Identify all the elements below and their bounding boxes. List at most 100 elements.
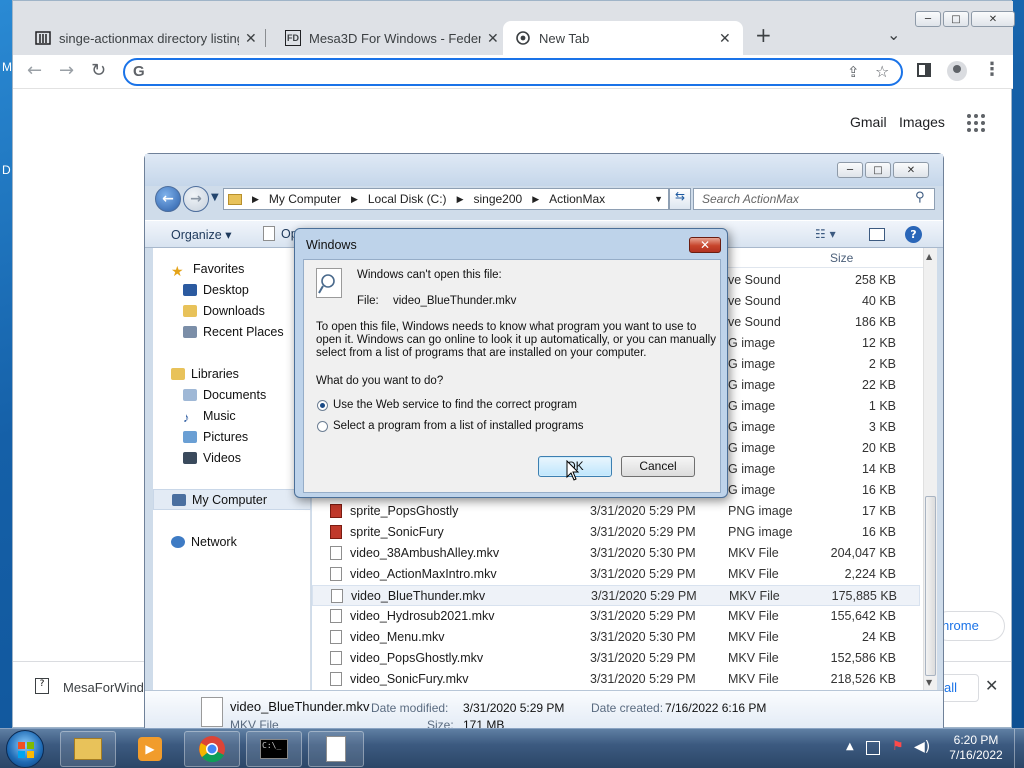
preview-pane-icon[interactable] bbox=[869, 228, 885, 241]
nav-libraries[interactable]: Libraries bbox=[171, 363, 239, 384]
maximize-button[interactable]: □ bbox=[943, 11, 969, 27]
help-icon[interactable]: ? bbox=[905, 226, 922, 243]
column-size[interactable]: Size bbox=[830, 251, 853, 265]
close-icon[interactable]: ✕ bbox=[719, 30, 731, 47]
dialog-file-label: File: bbox=[357, 295, 379, 307]
table-row[interactable]: video_38AmbushAlley.mkv 3/31/2020 5:30 PM… bbox=[312, 543, 920, 564]
radio-select-program[interactable] bbox=[317, 421, 328, 432]
nav-favorites[interactable]: ★ Favorites bbox=[171, 258, 244, 279]
breadcrumb-singe200[interactable]: singe200 bbox=[473, 192, 522, 206]
table-row[interactable]: video_Hydrosub2021.mkv 3/31/2020 5:29 PM M… bbox=[312, 606, 920, 627]
cancel-button[interactable]: Cancel bbox=[621, 456, 695, 477]
nav-videos[interactable]: Videos bbox=[183, 447, 241, 468]
taskbar-file[interactable] bbox=[308, 731, 364, 767]
images-link[interactable]: Images bbox=[899, 114, 945, 130]
file-date: 3/31/2020 5:29 PM bbox=[590, 609, 696, 623]
gmail-link[interactable]: Gmail bbox=[850, 114, 887, 130]
apps-grid-icon[interactable] bbox=[967, 114, 985, 132]
file-type: G image bbox=[728, 336, 776, 350]
option-select-program-label[interactable]: Select a program from a list of installe… bbox=[333, 420, 584, 432]
maximize-button[interactable]: □ bbox=[865, 162, 891, 178]
organize-button[interactable]: Organize ▾ bbox=[171, 227, 231, 242]
close-button[interactable]: ✕ bbox=[893, 162, 929, 178]
file-name: video_38AmbushAlley.mkv bbox=[350, 546, 500, 560]
share-icon[interactable]: ⇪ bbox=[847, 63, 860, 81]
menu-kebab-icon[interactable]: ⋮ bbox=[983, 59, 1001, 80]
nav-downloads[interactable]: Downloads bbox=[183, 300, 265, 321]
start-button[interactable] bbox=[6, 730, 44, 768]
recent-pages-dropdown[interactable]: ▼ bbox=[211, 192, 219, 203]
back-button[interactable]: ← bbox=[155, 186, 181, 212]
breadcrumb-local-disk[interactable]: Local Disk (C:) bbox=[368, 192, 447, 206]
breadcrumb-actionmax[interactable]: ActionMax bbox=[549, 192, 605, 206]
tab-singe-actionmax[interactable]: singe-actionmax directory listing ✕ bbox=[13, 21, 265, 55]
close-icon[interactable]: ✕ bbox=[487, 30, 499, 47]
system-clock[interactable]: 6:20 PM 7/16/2022 bbox=[944, 733, 1008, 763]
taskbar-media-player[interactable]: ▶ bbox=[122, 731, 178, 767]
file-size: 16 KB bbox=[861, 525, 896, 539]
close-icon[interactable]: ✕ bbox=[245, 30, 257, 47]
table-row[interactable]: sprite_SonicFury 3/31/2020 5:29 PM PNG ima… bbox=[312, 522, 920, 543]
profile-avatar-icon[interactable] bbox=[947, 61, 967, 81]
taskbar: ▶ C:\_ ▲ ⚑ ◀) 6:20 PM 7/16/2022 bbox=[0, 728, 1024, 768]
details-created: 7/16/2022 6:16 PM bbox=[665, 701, 767, 715]
tab-title: singe-actionmax directory listing bbox=[59, 30, 239, 46]
side-panel-icon[interactable] bbox=[917, 63, 931, 77]
nav-my-computer[interactable]: My Computer bbox=[153, 489, 311, 510]
omnibox[interactable]: G ⇪ ☆ bbox=[123, 58, 903, 86]
vertical-scrollbar[interactable]: ▲ ▼ bbox=[923, 248, 937, 690]
table-row[interactable]: video_PopsGhostly.mkv 3/31/2020 5:29 PM MK… bbox=[312, 648, 920, 669]
tab-search-button[interactable]: ⌄ bbox=[887, 25, 900, 44]
taskbar-explorer[interactable] bbox=[60, 731, 116, 767]
view-options-icon[interactable]: ☷ ▾ bbox=[815, 227, 836, 241]
taskbar-cmd[interactable]: C:\_ bbox=[246, 731, 302, 767]
file-size: 20 KB bbox=[861, 441, 896, 455]
nav-network[interactable]: Network bbox=[171, 531, 237, 552]
download-filename[interactable]: MesaForWinde bbox=[63, 680, 151, 695]
option-web-service-label[interactable]: Use the Web service to find the correct … bbox=[333, 399, 577, 411]
search-icon[interactable]: ⚲ bbox=[915, 190, 925, 205]
action-center-icon[interactable]: ⚑ bbox=[892, 739, 904, 754]
close-button[interactable]: ✕ bbox=[971, 11, 1015, 27]
scroll-down-icon[interactable]: ▼ bbox=[926, 678, 932, 687]
tab-mesa3d[interactable]: FD Mesa3D For Windows - Federico ✕ bbox=[263, 21, 503, 55]
file-name: video_Menu.mkv bbox=[350, 630, 445, 644]
show-hidden-icons[interactable]: ▲ bbox=[846, 741, 854, 752]
dialog-close-button[interactable]: ✕ bbox=[689, 237, 721, 253]
search-input[interactable]: Search ActionMax bbox=[693, 188, 935, 210]
forward-button[interactable]: → bbox=[183, 186, 209, 212]
file-type: MKV File bbox=[729, 589, 780, 603]
breadcrumb-my-computer[interactable]: My Computer bbox=[269, 192, 341, 206]
address-bar[interactable]: ▶ My Computer ▶ Local Disk (C:) ▶ singe200… bbox=[223, 188, 669, 210]
refresh-icon[interactable]: ⇆ bbox=[669, 188, 691, 210]
reload-button[interactable]: ↻ bbox=[91, 60, 106, 81]
new-tab-button[interactable]: + bbox=[755, 23, 772, 47]
radio-web-service[interactable] bbox=[317, 400, 328, 411]
volume-icon[interactable]: ◀) bbox=[914, 739, 930, 755]
scroll-thumb[interactable] bbox=[925, 496, 936, 676]
show-desktop-button[interactable] bbox=[1014, 729, 1024, 768]
mkv-file-icon bbox=[330, 567, 342, 581]
close-shelf-button[interactable]: ✕ bbox=[985, 676, 998, 695]
table-row[interactable]: video_BlueThunder.mkv 3/31/2020 5:29 PM MK… bbox=[312, 585, 920, 606]
table-row[interactable]: video_SonicFury.mkv 3/31/2020 5:29 PM MKV … bbox=[312, 669, 920, 690]
table-row[interactable]: video_Menu.mkv 3/31/2020 5:30 PM MKV File 2… bbox=[312, 627, 920, 648]
minimize-button[interactable]: ─ bbox=[915, 11, 941, 27]
nav-documents[interactable]: Documents bbox=[183, 384, 266, 405]
minimize-button[interactable]: ─ bbox=[837, 162, 863, 178]
network-tray-icon[interactable] bbox=[866, 741, 880, 755]
nav-pictures[interactable]: Pictures bbox=[183, 426, 248, 447]
tab-new-tab[interactable]: New Tab ✕ bbox=[503, 21, 743, 55]
nav-desktop[interactable]: Desktop bbox=[183, 279, 249, 300]
address-dropdown-icon[interactable]: ▼ bbox=[654, 194, 663, 204]
bookmark-star-icon[interactable]: ☆ bbox=[875, 62, 889, 81]
nav-recent-places[interactable]: Recent Places bbox=[183, 321, 284, 342]
taskbar-chrome[interactable] bbox=[184, 731, 240, 767]
table-row[interactable]: sprite_PopsGhostly 3/31/2020 5:29 PM PNG i… bbox=[312, 501, 920, 522]
back-button[interactable]: ← bbox=[27, 60, 42, 81]
forward-button[interactable]: → bbox=[59, 60, 74, 81]
file-size: 204,047 KB bbox=[830, 546, 896, 560]
scroll-up-icon[interactable]: ▲ bbox=[926, 252, 932, 261]
nav-music[interactable]: ♪ Music bbox=[183, 405, 236, 426]
table-row[interactable]: video_ActionMaxIntro.mkv 3/31/2020 5:29 P… bbox=[312, 564, 920, 585]
